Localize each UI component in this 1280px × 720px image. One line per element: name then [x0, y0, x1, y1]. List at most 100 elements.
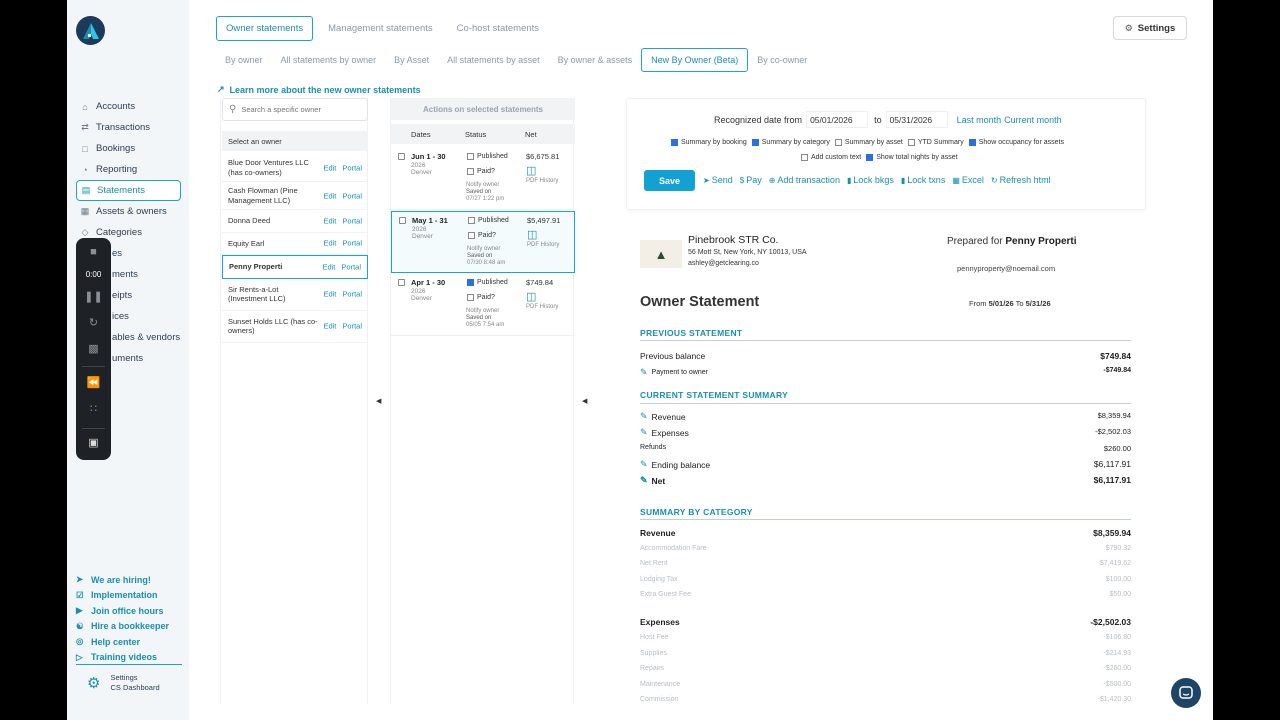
- link-implementation[interactable]: ☑ Implementation: [76, 588, 182, 604]
- pay-button[interactable]: $ Pay: [740, 175, 762, 185]
- learn-more-link[interactable]: ↗ Learn more about the new owner statemen…: [217, 84, 421, 95]
- portal-link[interactable]: Portal: [342, 163, 362, 172]
- collapse-left-icon[interactable]: ◀: [582, 397, 587, 405]
- last-month-link[interactable]: Last month: [957, 115, 1002, 125]
- owner-row[interactable]: Blue Door Ventures LLC (has co-owners) Ed…: [222, 154, 368, 182]
- edit-link[interactable]: Edit: [323, 216, 336, 225]
- owner-search-input[interactable]: [241, 105, 352, 114]
- tab-all-statements-by-owner[interactable]: All statements by owner: [272, 48, 386, 72]
- opt-add-custom-text[interactable]: Add custom text: [801, 154, 861, 161]
- chat-support-button[interactable]: [1171, 678, 1201, 708]
- save-button[interactable]: Save: [644, 170, 695, 191]
- owner-row-selected[interactable]: Penny Properti Edit Portal: [222, 255, 368, 279]
- portal-link[interactable]: Portal: [341, 262, 361, 271]
- portal-link[interactable]: Portal: [342, 216, 362, 225]
- sidebar-item-accounts[interactable]: ⌂ Accounts: [76, 96, 181, 117]
- link-office-hours[interactable]: ▶ Join office hours: [76, 603, 182, 619]
- sidebar-item-statements[interactable]: ▤ Statements: [76, 180, 181, 201]
- edit-icon[interactable]: ✎: [640, 459, 648, 470]
- edit-icon[interactable]: ✎: [640, 475, 648, 486]
- opt-show-occupancy[interactable]: Show occupancy for assets: [968, 139, 1064, 146]
- owner-row[interactable]: Cash Flowman (Pine Management LLC) Edit Po…: [222, 182, 368, 210]
- published-checkbox[interactable]: [467, 279, 474, 286]
- edit-link[interactable]: Edit: [323, 322, 336, 331]
- statement-row[interactable]: Jun 1 - 30 2026 Denver Published Paid? No…: [391, 148, 575, 210]
- date-to-input[interactable]: 05/31/2026: [885, 111, 948, 128]
- lock-bookings-button[interactable]: ▮ Lock bkgs: [847, 175, 894, 185]
- app-logo[interactable]: [76, 16, 105, 45]
- edit-link[interactable]: Edit: [323, 290, 336, 299]
- tab-by-owner[interactable]: By owner: [216, 48, 272, 72]
- link-training-videos[interactable]: ▷ Training videos: [76, 650, 182, 666]
- pdf-icon[interactable]: ◫: [526, 290, 536, 303]
- restart-icon[interactable]: ↻: [76, 316, 111, 329]
- send-button[interactable]: ➤ Send: [703, 175, 733, 185]
- tab-owner-statements[interactable]: Owner statements: [216, 16, 314, 41]
- pdf-history-link[interactable]: PDF History: [527, 242, 559, 248]
- statement-row[interactable]: Apr 1 - 30 2026 Denver Published Paid? No…: [391, 274, 575, 336]
- pdf-icon[interactable]: ◫: [527, 228, 537, 241]
- date-from-input[interactable]: 05/01/2026: [806, 111, 869, 128]
- published-checkbox[interactable]: [468, 217, 475, 224]
- notify-owner-link[interactable]: Notify owner: [466, 182, 504, 189]
- paid-checkbox[interactable]: [467, 168, 474, 175]
- statement-row-selected[interactable]: May 1 - 31 2026 Denver Published Paid? No…: [391, 211, 575, 273]
- published-checkbox[interactable]: [467, 153, 474, 160]
- pause-icon[interactable]: ❚❚: [76, 290, 111, 303]
- opt-ytd-summary[interactable]: YTD Summary: [907, 139, 964, 146]
- link-hire-bookkeeper[interactable]: ☯ Hire a bookkeeper: [76, 619, 182, 635]
- paid-checkbox[interactable]: [468, 232, 475, 239]
- opt-summary-by-booking[interactable]: Summary by booking: [671, 139, 747, 146]
- portal-link[interactable]: Portal: [342, 290, 362, 299]
- notify-owner-link[interactable]: Notify owner: [467, 246, 505, 253]
- grid-icon[interactable]: ∷: [76, 402, 111, 415]
- sidebar-item-reporting[interactable]: ◔ Reporting: [76, 159, 181, 180]
- pdf-history-link[interactable]: PDF History: [526, 304, 558, 310]
- owner-row[interactable]: Donna Deed Edit Portal: [222, 210, 368, 233]
- link-we-are-hiring[interactable]: ➤ We are hiring!: [76, 572, 182, 588]
- edit-link[interactable]: Edit: [323, 191, 336, 200]
- trash-icon[interactable]: ▩: [76, 342, 111, 355]
- stop-icon[interactable]: ■: [76, 246, 111, 258]
- portal-link[interactable]: Portal: [342, 239, 362, 248]
- camera-icon[interactable]: ▣: [76, 436, 111, 449]
- edit-link[interactable]: Edit: [323, 239, 336, 248]
- sidebar-item-assets-owners[interactable]: ▦ Assets & owners: [76, 201, 181, 222]
- edit-link[interactable]: Edit: [323, 163, 336, 172]
- owner-row[interactable]: Sunset Holds LLC (has co-owners) Edit Port…: [222, 311, 368, 343]
- sidebar-item-transactions[interactable]: ⇄ Transactions: [76, 117, 181, 138]
- tab-new-by-owner-beta[interactable]: New By Owner (Beta): [641, 48, 749, 72]
- row-checkbox[interactable]: [398, 153, 405, 160]
- sidebar-settings[interactable]: ⚙ Settings CS Dashboard: [87, 673, 160, 693]
- collapse-left-icon[interactable]: ◀: [376, 397, 381, 405]
- lock-transactions-button[interactable]: ▮ Lock txns: [901, 175, 945, 185]
- portal-link[interactable]: Portal: [342, 191, 362, 200]
- sidebar-item-bookings[interactable]: □ Bookings: [76, 138, 181, 159]
- pdf-history-link[interactable]: PDF History: [526, 178, 558, 184]
- actions-selected-header[interactable]: Actions on selected statements: [391, 98, 575, 120]
- edit-icon[interactable]: ✎: [640, 367, 648, 378]
- tab-by-asset[interactable]: By Asset: [385, 48, 438, 72]
- tab-by-co-owner[interactable]: By co-owner: [748, 48, 816, 72]
- settings-button[interactable]: ⚙ Settings: [1113, 16, 1187, 40]
- notify-owner-link[interactable]: Notify owner: [466, 308, 504, 315]
- excel-button[interactable]: ▦ Excel: [952, 175, 984, 185]
- tab-all-statements-by-asset[interactable]: All statements by asset: [438, 48, 549, 72]
- paid-checkbox[interactable]: [467, 294, 474, 301]
- edit-icon[interactable]: ✎: [640, 427, 648, 438]
- tab-by-owner-assets[interactable]: By owner & assets: [549, 48, 642, 72]
- row-checkbox[interactable]: [399, 217, 406, 224]
- row-checkbox[interactable]: [398, 279, 405, 286]
- edit-icon[interactable]: ✎: [640, 411, 648, 422]
- opt-summary-by-asset[interactable]: Summary by asset: [834, 139, 903, 146]
- owner-row[interactable]: Equity Earl Edit Portal: [222, 233, 368, 255]
- link-help-center[interactable]: ◎ Help center: [76, 634, 182, 650]
- current-month-link[interactable]: Current month: [1004, 115, 1062, 125]
- add-transaction-button[interactable]: ⊕ Add transaction: [769, 175, 840, 185]
- refresh-html-button[interactable]: ↻ Refresh html: [991, 175, 1051, 185]
- owner-search[interactable]: ⚲: [222, 98, 368, 121]
- pdf-icon[interactable]: ◫: [526, 164, 536, 177]
- rewind-icon[interactable]: ⏪: [76, 376, 111, 389]
- opt-show-total-nights[interactable]: Show total nights by asset: [866, 154, 958, 161]
- opt-summary-by-category[interactable]: Summary by category: [751, 139, 830, 146]
